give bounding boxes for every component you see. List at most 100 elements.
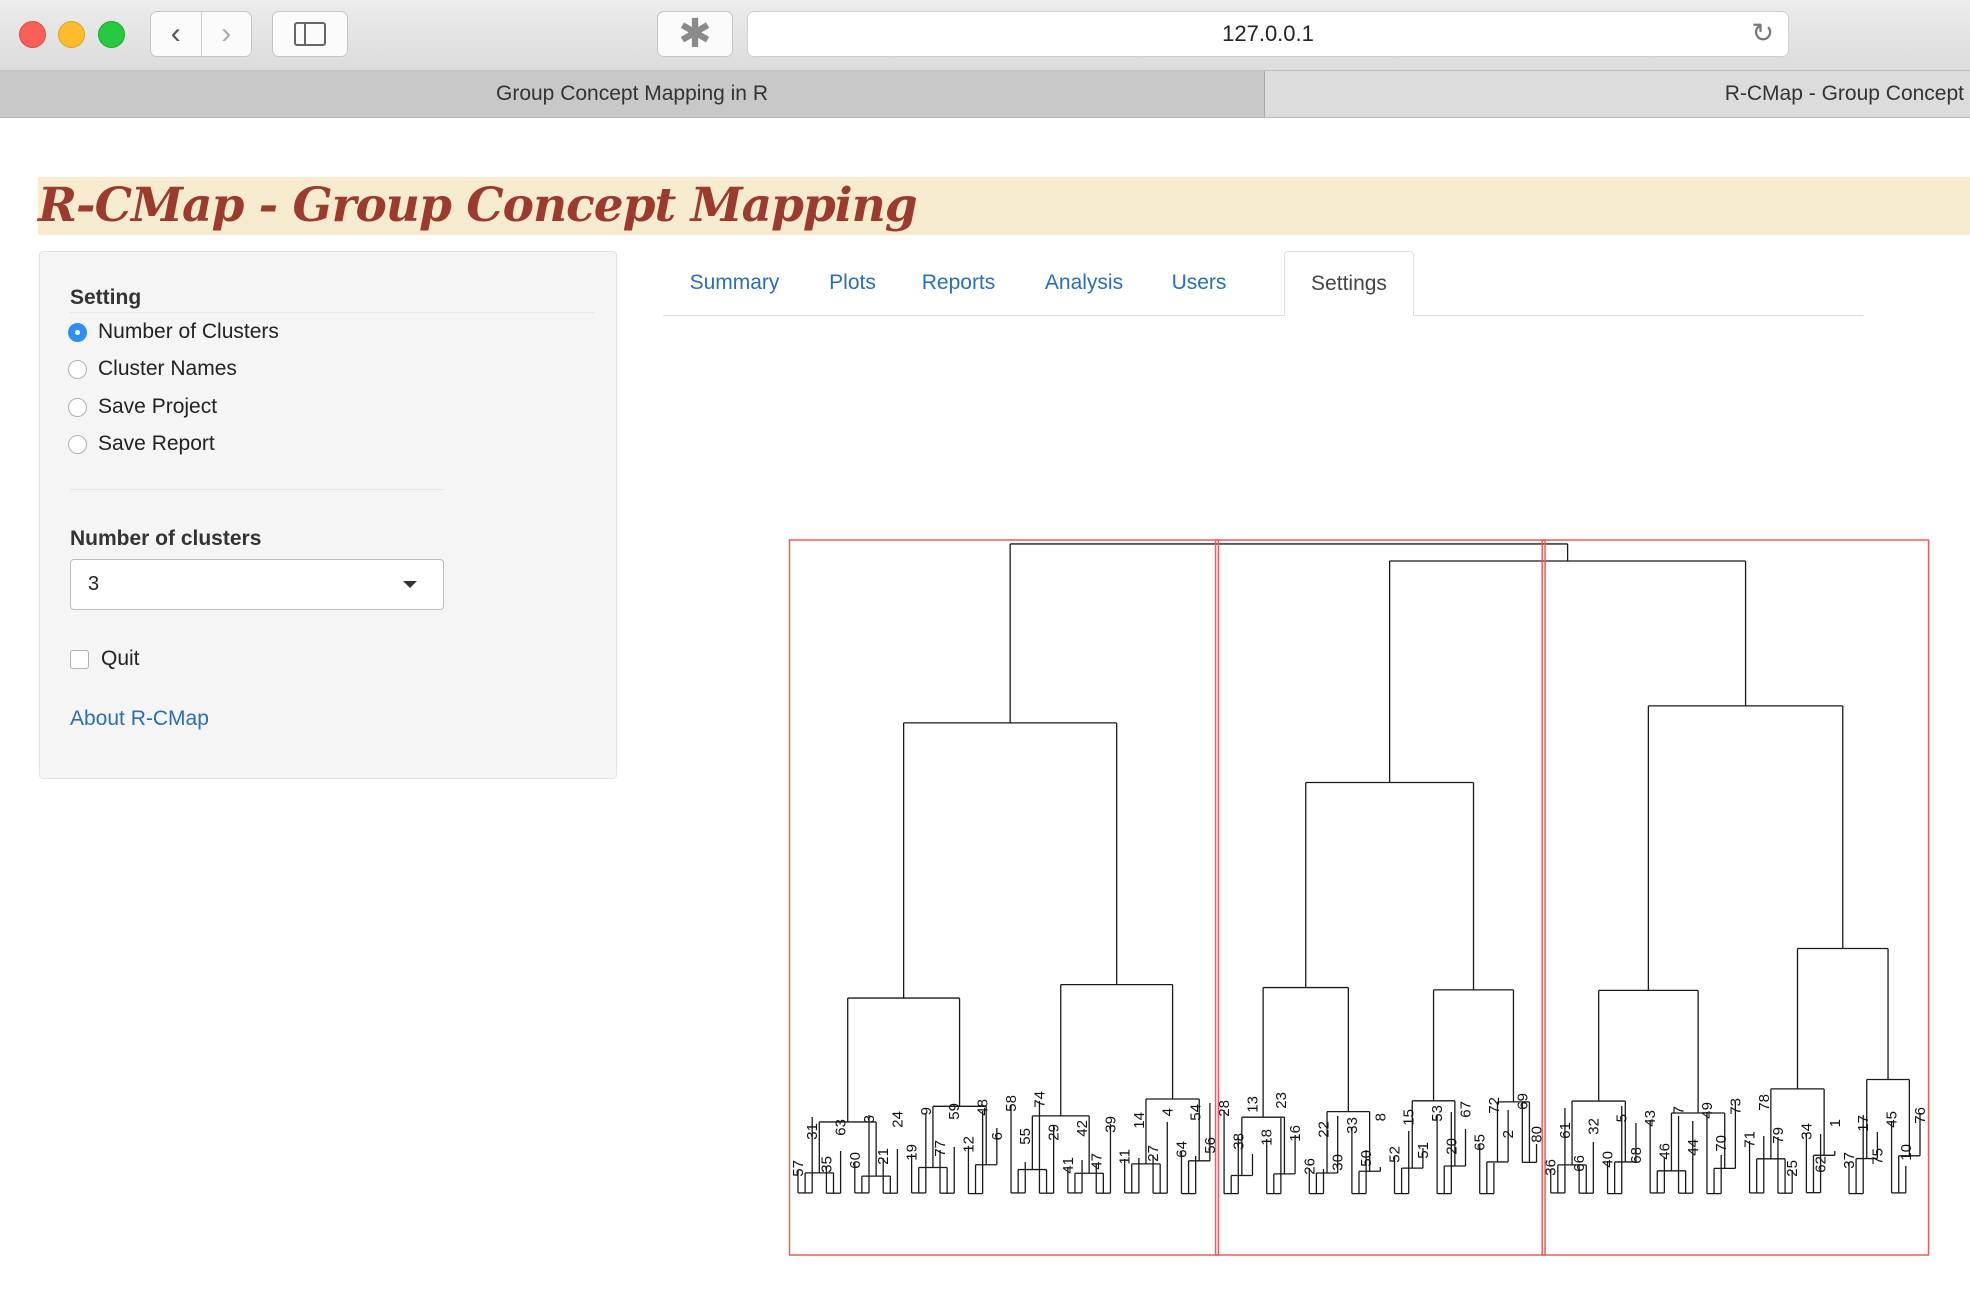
leaf-label: 47 <box>1088 1153 1105 1170</box>
radio-label: Save Project <box>98 395 218 418</box>
leaf-label: 29 <box>1046 1124 1063 1141</box>
leaf-label: 58 <box>1003 1095 1020 1112</box>
leaf-label: 6 <box>989 1132 1006 1140</box>
tab-reports[interactable]: Reports <box>899 251 1018 315</box>
clusters-select[interactable]: 3 <box>70 559 444 610</box>
leaf-label: 3 <box>861 1115 878 1123</box>
tab-users[interactable]: Users <box>1150 251 1248 315</box>
leaf-label: 19 <box>904 1144 921 1161</box>
radio-button[interactable] <box>68 322 87 342</box>
navigation-buttons: ‹ › <box>150 11 252 57</box>
leaf-label: 12 <box>960 1136 977 1153</box>
leaf-label: 46 <box>1656 1143 1673 1160</box>
leaf-label: 8 <box>1372 1113 1389 1121</box>
leaf-label: 10 <box>1898 1144 1915 1161</box>
leaf-label: 41 <box>1060 1157 1077 1174</box>
cluster-dendrogram: 5731356360321241997759124865855742941424… <box>788 539 1930 1256</box>
url-text: 127.0.0.1 <box>1222 21 1314 46</box>
radio-label: Cluster Names <box>98 357 237 380</box>
leaf-label: 36 <box>1543 1159 1560 1176</box>
radio-label: Save Report <box>98 432 215 455</box>
divider <box>70 489 444 490</box>
leaf-label: 52 <box>1387 1146 1404 1163</box>
leaf-label: 33 <box>1344 1117 1361 1134</box>
leaf-label: 48 <box>975 1099 992 1116</box>
sidebar-toggle-button[interactable] <box>272 11 348 57</box>
leaf-label: 74 <box>1031 1091 1048 1108</box>
leaf-label: 5 <box>1614 1114 1631 1122</box>
clusters-label: Number of clusters <box>70 527 262 550</box>
leaf-label: 34 <box>1798 1123 1815 1140</box>
quit-label: Quit <box>101 647 140 670</box>
tab-analysis[interactable]: Analysis <box>1018 251 1150 315</box>
leaf-label: 76 <box>1912 1107 1929 1124</box>
address-bar[interactable]: 127.0.0.1 ↻ <box>747 11 1789 57</box>
leaf-label: 40 <box>1600 1151 1617 1168</box>
leaf-label: 56 <box>1202 1137 1219 1154</box>
leaf-label: 16 <box>1287 1125 1304 1142</box>
leaf-label: 62 <box>1813 1156 1830 1173</box>
leaf-label: 9 <box>918 1107 935 1115</box>
leaf-label: 68 <box>1628 1147 1645 1164</box>
leaf-label: 7 <box>1671 1106 1688 1114</box>
leaf-label: 43 <box>1642 1110 1659 1127</box>
radio-button[interactable] <box>68 397 87 417</box>
leaf-label: 17 <box>1855 1115 1872 1132</box>
browser-toolbar: ‹ › ✱ 127.0.0.1 ↻ <box>0 0 1970 71</box>
settings-sidebar: Setting Number of Clusters Cluster Names… <box>39 251 617 779</box>
leaf-label: 50 <box>1358 1150 1375 1167</box>
radio-cluster-names[interactable]: Cluster Names <box>68 354 237 384</box>
leaf-label: 1 <box>1827 1119 1844 1127</box>
quit-checkbox[interactable] <box>70 649 89 669</box>
clusters-select-value: 3 <box>88 573 100 595</box>
leaf-label: 28 <box>1216 1100 1233 1117</box>
dendrogram-links <box>797 543 1921 1195</box>
leaf-label: 80 <box>1529 1126 1546 1143</box>
tab-summary[interactable]: Summary <box>663 251 806 315</box>
leaf-label: 35 <box>818 1156 835 1173</box>
minimize-window-button[interactable] <box>58 21 85 48</box>
radio-save-report[interactable]: Save Report <box>68 429 215 459</box>
leaf-label: 57 <box>790 1160 807 1177</box>
extension-button[interactable]: ✱ <box>657 11 733 57</box>
sidebar-icon <box>294 22 326 46</box>
leaf-label: 51 <box>1415 1142 1432 1159</box>
leaf-label: 75 <box>1869 1148 1886 1165</box>
tab-settings[interactable]: Settings <box>1284 251 1414 316</box>
leaf-label: 60 <box>847 1152 864 1169</box>
back-button[interactable]: ‹ <box>151 12 201 56</box>
reload-icon[interactable]: ↻ <box>1751 19 1774 47</box>
browser-tab-1[interactable]: Group Concept Mapping in R <box>0 71 1265 117</box>
radio-save-project[interactable]: Save Project <box>68 392 217 422</box>
leaf-label: 27 <box>1145 1145 1162 1162</box>
leaf-label: 37 <box>1841 1152 1858 1169</box>
leaf-label: 26 <box>1301 1158 1318 1175</box>
leaf-label: 4 <box>1159 1108 1176 1116</box>
radio-button[interactable] <box>68 359 87 379</box>
chevron-right-icon: › <box>221 17 232 50</box>
browser-tab-label: Group Concept Mapping in R <box>496 82 768 105</box>
close-window-button[interactable] <box>19 21 46 48</box>
radio-number-of-clusters[interactable]: Number of Clusters <box>68 317 279 347</box>
quit-checkbox-row[interactable]: Quit <box>70 647 140 671</box>
leaf-label: 79 <box>1770 1127 1787 1144</box>
leaf-label: 65 <box>1472 1134 1489 1151</box>
leaf-label: 23 <box>1273 1092 1290 1109</box>
leaf-labels: 5731356360321241997759124865855742941424… <box>790 1091 1929 1177</box>
zoom-window-button[interactable] <box>98 21 125 48</box>
forward-button[interactable]: › <box>200 12 252 56</box>
leaf-label: 53 <box>1429 1105 1446 1122</box>
leaf-label: 78 <box>1756 1094 1773 1111</box>
leaf-label: 32 <box>1585 1118 1602 1135</box>
browser-tab-2[interactable]: R-CMap - Group Concept <box>1265 71 1970 117</box>
leaf-label: 67 <box>1458 1101 1475 1118</box>
radio-button[interactable] <box>68 434 87 454</box>
leaf-label: 18 <box>1259 1129 1276 1146</box>
leaf-label: 59 <box>946 1103 963 1120</box>
about-link[interactable]: About R-CMap <box>70 707 209 731</box>
tab-plots[interactable]: Plots <box>806 251 899 315</box>
browser-tab-bar: Group Concept Mapping in R R-CMap - Grou… <box>0 71 1970 118</box>
radio-label: Number of Clusters <box>98 320 279 343</box>
setting-label: Setting <box>70 286 142 309</box>
leaf-label: 25 <box>1784 1160 1801 1177</box>
